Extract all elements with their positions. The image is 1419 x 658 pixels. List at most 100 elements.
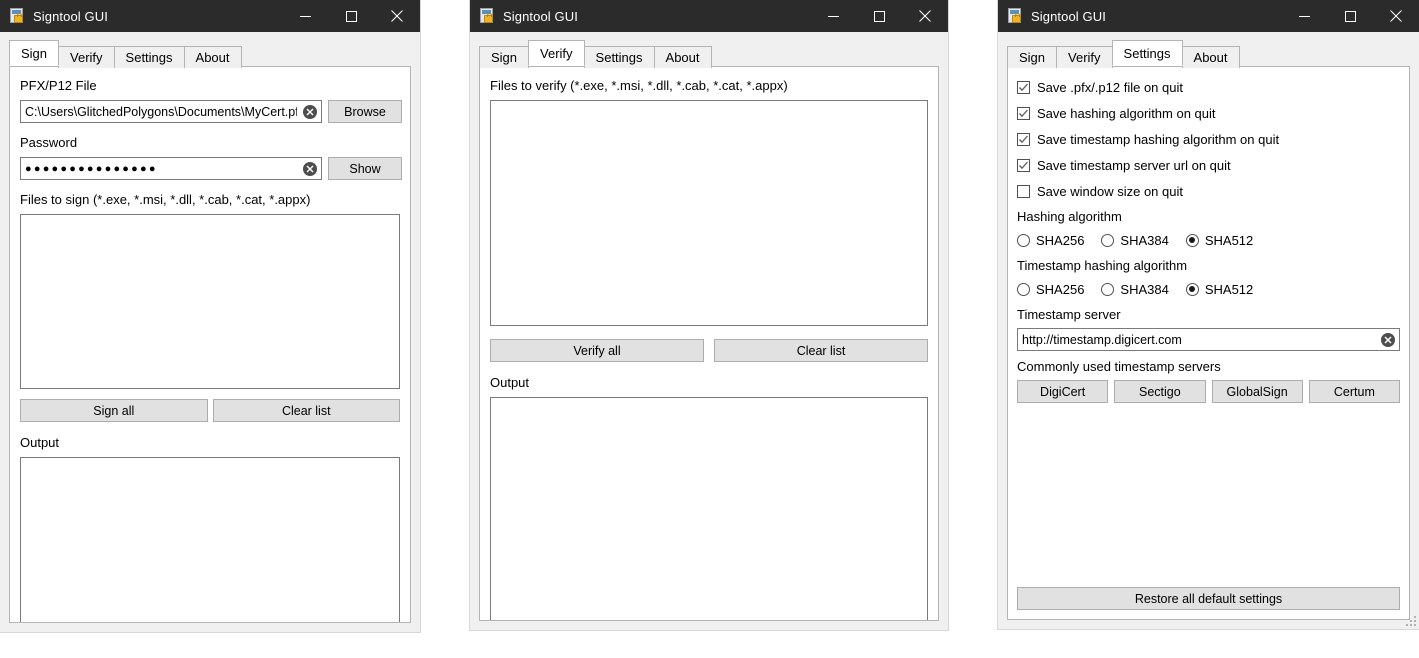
window-controls	[282, 0, 420, 32]
pfx-file-label: PFX/P12 File	[20, 78, 97, 93]
files-to-verify-label: Files to verify (*.exe, *.msi, *.dll, *.…	[490, 78, 788, 93]
verify-panel: Files to verify (*.exe, *.msi, *.dll, *.…	[479, 66, 939, 621]
radio-unselected-icon	[1017, 282, 1030, 296]
maximize-icon[interactable]	[1327, 0, 1373, 32]
minimize-icon[interactable]	[1281, 0, 1327, 32]
checkbox-checked-icon	[1017, 158, 1030, 172]
tab-sign[interactable]: Sign	[9, 40, 60, 66]
common-servers-label: Commonly used timestamp servers	[1017, 359, 1221, 374]
maximize-icon[interactable]	[328, 0, 374, 32]
radio-ts-hashing-sha384[interactable]: SHA384	[1101, 281, 1169, 297]
sign-actions-row: Sign all Clear list	[20, 399, 400, 422]
clear-list-button[interactable]: Clear list	[212, 399, 400, 422]
tabstrip: Sign Verify Settings About	[479, 40, 948, 68]
titlebar[interactable]: Signtool GUI	[998, 0, 1419, 32]
radio-label: SHA384	[1120, 232, 1169, 248]
checkbox-checked-icon	[1017, 106, 1030, 120]
settings-panel: Save .pfx/.p12 file on quit Save hashing…	[1007, 66, 1410, 620]
minimize-icon[interactable]	[282, 0, 328, 32]
output-label: Output	[490, 375, 530, 390]
window-verify: Signtool GUI Sign Verify Settings About	[470, 0, 948, 630]
maximize-icon[interactable]	[856, 0, 902, 32]
server-button-globalsign[interactable]: GlobalSign	[1211, 380, 1303, 403]
browse-button[interactable]: Browse	[328, 100, 402, 123]
tab-verify[interactable]: Verify	[528, 40, 585, 66]
timestamp-server-input[interactable]: http://timestamp.digicert.com	[1017, 328, 1400, 351]
titlebar[interactable]: Signtool GUI	[0, 0, 420, 32]
tab-about[interactable]: About	[653, 46, 712, 68]
radio-selected-icon	[1185, 282, 1199, 296]
tab-about[interactable]: About	[1181, 46, 1240, 68]
restore-defaults-button[interactable]: Restore all default settings	[1017, 587, 1400, 610]
clear-password-icon[interactable]	[303, 161, 317, 176]
tab-about[interactable]: About	[183, 46, 242, 68]
tab-sign[interactable]: Sign	[479, 46, 530, 68]
clear-pfx-icon[interactable]	[303, 104, 317, 119]
common-servers-row: DigiCert Sectigo GlobalSign Certum	[1017, 380, 1400, 403]
close-icon[interactable]	[902, 0, 948, 32]
radio-unselected-icon	[1101, 282, 1115, 296]
titlebar[interactable]: Signtool GUI	[470, 0, 948, 32]
checkbox-save-timestamp-hashing-algorithm[interactable]: Save timestamp hashing algorithm on quit	[1017, 128, 1400, 150]
clear-timestamp-server-icon[interactable]	[1381, 332, 1395, 347]
password-row: ●●●●●●●●●●●●●●● Show	[20, 157, 402, 180]
checkbox-save-pfx[interactable]: Save .pfx/.p12 file on quit	[1017, 76, 1400, 98]
radio-selected-icon	[1185, 233, 1199, 247]
checkbox-label: Save timestamp server url on quit	[1037, 157, 1231, 173]
radio-hashing-sha512[interactable]: SHA512	[1185, 233, 1253, 248]
window-settings: Signtool GUI Sign Verify Settings About	[998, 0, 1419, 629]
checkbox-save-timestamp-server-url[interactable]: Save timestamp server url on quit	[1017, 154, 1400, 176]
output-label: Output	[20, 435, 60, 450]
timestamp-server-label: Timestamp server	[1017, 307, 1121, 322]
server-button-sectigo[interactable]: Sectigo	[1114, 380, 1206, 403]
tab-settings[interactable]: Settings	[583, 46, 655, 68]
client-area: Sign Verify Settings About Files to veri…	[470, 32, 948, 630]
checkbox-checked-icon	[1017, 80, 1030, 94]
tab-sign[interactable]: Sign	[1007, 46, 1058, 68]
output-box[interactable]	[20, 457, 400, 622]
radio-label: SHA256	[1036, 232, 1085, 248]
minimize-icon[interactable]	[810, 0, 856, 32]
password-input[interactable]: ●●●●●●●●●●●●●●●	[20, 157, 322, 180]
radio-unselected-icon	[1017, 233, 1030, 247]
radio-hashing-sha384[interactable]: SHA384	[1101, 232, 1169, 248]
verify-all-button[interactable]: Verify all	[490, 339, 704, 362]
radio-ts-hashing-sha256[interactable]: SHA256	[1017, 282, 1084, 297]
radio-hashing-sha256[interactable]: SHA256	[1017, 233, 1084, 248]
checkbox-label: Save hashing algorithm on quit	[1037, 105, 1216, 121]
tabstrip: Sign Verify Settings About	[1007, 40, 1419, 68]
files-to-sign-label: Files to sign (*.exe, *.msi, *.dll, *.ca…	[20, 192, 311, 207]
sign-all-button[interactable]: Sign all	[20, 399, 208, 422]
files-to-sign-list[interactable]	[20, 214, 400, 389]
window-controls	[810, 0, 948, 32]
desktop-screen: Signtool GUI Sign Verify Settings About	[0, 0, 1419, 658]
checkbox-save-hashing-algorithm[interactable]: Save hashing algorithm on quit	[1017, 102, 1400, 124]
radio-label: SHA256	[1036, 281, 1085, 297]
pfx-file-row: C:\Users\GlitchedPolygons\Documents\MyCe…	[20, 100, 402, 123]
client-area: Sign Verify Settings About Save .pfx/.p1…	[998, 32, 1419, 629]
checkbox-label: Save .pfx/.p12 file on quit	[1037, 79, 1183, 95]
timestamp-server-value: http://timestamp.digicert.com	[1022, 332, 1182, 347]
certificate-lock-icon	[1007, 8, 1023, 24]
output-box[interactable]	[490, 397, 928, 620]
window-title: Signtool GUI	[33, 8, 108, 24]
sign-panel: PFX/P12 File C:\Users\GlitchedPolygons\D…	[9, 66, 411, 623]
tab-settings[interactable]: Settings	[1111, 40, 1183, 66]
close-icon[interactable]	[374, 0, 420, 32]
tab-settings[interactable]: Settings	[113, 46, 185, 68]
radio-ts-hashing-sha512[interactable]: SHA512	[1185, 281, 1254, 297]
show-password-button[interactable]: Show	[328, 157, 402, 180]
resize-grip[interactable]	[1404, 614, 1416, 626]
tab-verify[interactable]: Verify	[1056, 46, 1113, 68]
server-button-certum[interactable]: Certum	[1308, 380, 1400, 403]
radio-label: SHA384	[1120, 281, 1169, 297]
radio-label: SHA512	[1204, 281, 1254, 297]
files-to-verify-list[interactable]	[490, 100, 928, 326]
tab-verify[interactable]: Verify	[58, 46, 115, 68]
clear-list-button[interactable]: Clear list	[714, 339, 928, 362]
close-icon[interactable]	[1373, 0, 1419, 32]
checkbox-save-window-size[interactable]: Save window size on quit	[1017, 180, 1400, 202]
timestamp-hashing-algorithm-label: Timestamp hashing algorithm	[1017, 258, 1188, 273]
server-button-digicert[interactable]: DigiCert	[1017, 380, 1109, 403]
pfx-file-input[interactable]: C:\Users\GlitchedPolygons\Documents\MyCe…	[20, 100, 322, 123]
